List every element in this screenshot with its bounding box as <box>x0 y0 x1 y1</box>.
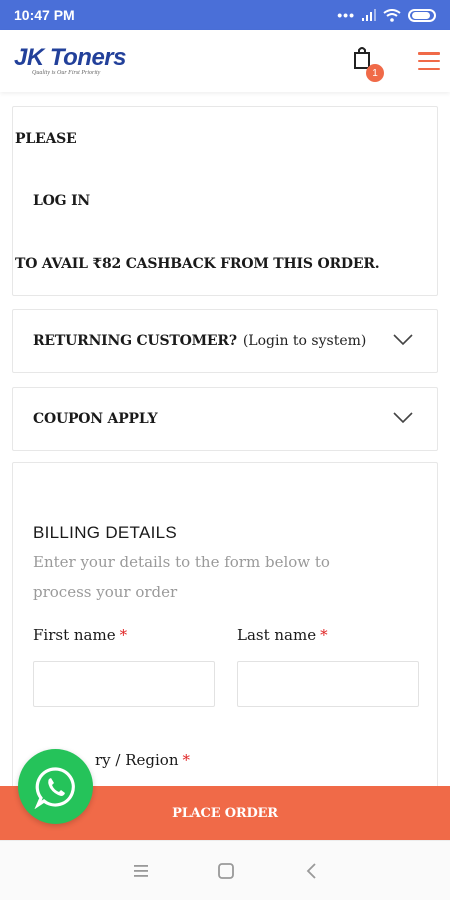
system-nav-bar <box>0 840 450 900</box>
status-icons: ••• <box>337 8 436 22</box>
billing-details-card: BILLING DETAILS Enter your details to th… <box>12 462 438 792</box>
coupon-accordion[interactable]: COUPON APPLY <box>12 387 438 451</box>
last-name-label: Last name * <box>237 626 328 644</box>
required-mark: * <box>119 626 128 644</box>
whatsapp-icon <box>34 766 75 809</box>
logo-tagline: Quality is Our First Priority <box>32 70 101 76</box>
last-name-input[interactable] <box>237 661 419 707</box>
logo-text: JK Toners <box>14 44 126 71</box>
nav-home-icon[interactable] <box>214 859 238 883</box>
nav-recents-icon[interactable] <box>129 859 153 883</box>
required-mark: * <box>182 751 191 769</box>
cashback-text: TO AVAIL ₹82 CASHBACK FROM THIS ORDER. <box>15 256 380 272</box>
first-name-input[interactable] <box>33 661 215 707</box>
first-name-label-text: First name <box>33 626 116 644</box>
login-prompt-please: PLEASE <box>15 131 77 147</box>
wifi-icon <box>383 8 401 22</box>
app-header: JK Toners Quality is Our First Priority … <box>0 30 450 92</box>
returning-customer-title: RETURNING CUSTOMER? <box>33 333 237 349</box>
whatsapp-button[interactable] <box>18 749 93 824</box>
returning-customer-accordion[interactable]: RETURNING CUSTOMER? (Login to system) <box>12 309 438 373</box>
battery-icon <box>408 8 436 22</box>
nav-back-icon[interactable] <box>300 859 324 883</box>
first-name-label: First name * <box>33 626 127 644</box>
notification-dots-icon: ••• <box>337 7 355 23</box>
country-region-label-text: ry / Region <box>95 751 179 769</box>
coupon-title: COUPON APPLY <box>33 411 158 427</box>
last-name-label-text: Last name <box>237 626 317 644</box>
login-link[interactable]: LOG IN <box>33 193 90 209</box>
country-region-label: ry / Region * <box>95 751 190 769</box>
billing-title: BILLING DETAILS <box>33 523 178 542</box>
chevron-down-icon <box>393 334 413 346</box>
cart-count-badge: 1 <box>366 64 384 82</box>
login-prompt-card: PLEASE LOG IN TO AVAIL ₹82 CASHBACK FROM… <box>12 106 438 296</box>
status-time: 10:47 PM <box>14 7 75 23</box>
chevron-down-icon <box>393 412 413 424</box>
menu-icon[interactable] <box>418 52 440 70</box>
required-mark: * <box>320 626 328 644</box>
signal-icon <box>362 9 376 21</box>
billing-description: Enter your details to the form below to … <box>33 553 330 601</box>
logo[interactable]: JK Toners Quality is Our First Priority <box>14 44 144 84</box>
status-bar: 10:47 PM ••• <box>0 0 450 30</box>
returning-customer-subtitle: (Login to system) <box>242 333 367 349</box>
cart-button[interactable]: 1 <box>352 46 384 82</box>
